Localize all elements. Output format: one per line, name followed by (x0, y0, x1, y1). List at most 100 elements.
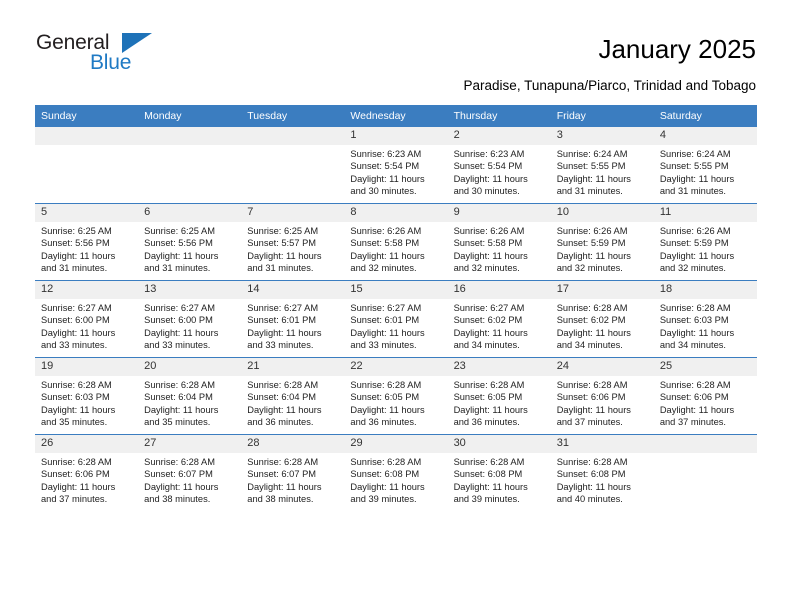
calendar-day-cell[interactable]: 9 Sunrise: 6:26 AM Sunset: 5:58 PM Daylight… (447, 203, 551, 281)
day-number: 23 (447, 358, 551, 376)
calendar-day-cell[interactable]: 12 Sunrise: 6:27 AM Sunset: 6:00 PM Dayligh… (35, 280, 139, 358)
daylight-duration-line2: and 37 minutes. (41, 494, 108, 505)
calendar-day-cell[interactable]: 30 Sunrise: 6:28 AM Sunset: 6:08 PM Dayligh… (447, 434, 551, 511)
calendar-day-cell[interactable]: 16 Sunrise: 6:27 AM Sunset: 6:02 PM Dayligh… (447, 280, 551, 358)
day-number: 20 (138, 358, 242, 376)
daylight-duration-line1: Daylight: 11 hours (350, 173, 425, 184)
calendar-day-cell[interactable]: 27 Sunrise: 6:28 AM Sunset: 6:07 PM Dayligh… (138, 434, 242, 511)
daylight-duration-line1: Daylight: 11 hours (659, 404, 735, 415)
sunset-time: Sunset: 6:00 PM (41, 315, 110, 326)
calendar-day-cell[interactable]: 25 Sunrise: 6:28 AM Sunset: 6:06 PM Dayligh… (653, 357, 757, 435)
day-number: 5 (35, 204, 139, 222)
calendar-day-cell[interactable]: 26 Sunrise: 6:28 AM Sunset: 6:06 PM Dayligh… (35, 434, 139, 511)
day-number: 3 (550, 127, 654, 145)
calendar-day-cell[interactable]: 3 Sunrise: 6:24 AM Sunset: 5:55 PM Daylight… (550, 127, 654, 204)
sunset-time: Sunset: 6:05 PM (350, 392, 420, 403)
day-details: Sunrise: 6:28 AM Sunset: 6:05 PM Daylight:… (344, 376, 447, 429)
day-details: Sunrise: 6:23 AM Sunset: 5:54 PM Daylight:… (344, 145, 447, 198)
brand-logo[interactable]: General Blue (36, 32, 236, 80)
calendar-day-cell[interactable]: 7 Sunrise: 6:25 AM Sunset: 5:57 PM Daylight… (241, 203, 345, 281)
sunrise-time: Sunrise: 6:25 AM (144, 226, 215, 236)
day-details: Sunrise: 6:26 AM Sunset: 5:59 PM Daylight:… (654, 222, 757, 275)
daylight-duration-line2: and 31 minutes. (144, 263, 211, 274)
calendar-day-cell[interactable]: 13 Sunrise: 6:27 AM Sunset: 6:00 PM Dayligh… (138, 280, 242, 358)
day-number (241, 127, 345, 145)
calendar-day-cell[interactable]: 17 Sunrise: 6:28 AM Sunset: 6:02 PM Dayligh… (550, 280, 654, 358)
calendar-day-cell-empty (653, 434, 757, 511)
sunrise-time: Sunrise: 6:27 AM (247, 303, 319, 313)
day-number (138, 127, 242, 145)
calendar-day-cell[interactable]: 15 Sunrise: 6:27 AM Sunset: 6:01 PM Dayligh… (344, 280, 448, 358)
calendar-day-cell[interactable]: 4 Sunrise: 6:24 AM Sunset: 5:55 PM Daylight… (653, 127, 757, 204)
calendar-day-cell[interactable]: 14 Sunrise: 6:27 AM Sunset: 6:01 PM Dayligh… (241, 280, 345, 358)
daylight-duration-line2: and 32 minutes. (556, 263, 623, 274)
day-number: 1 (344, 127, 448, 145)
daylight-duration-line2: and 36 minutes. (453, 417, 520, 428)
calendar-day-cell[interactable]: 2 Sunrise: 6:23 AM Sunset: 5:54 PM Daylight… (447, 127, 551, 204)
daylight-duration-line2: and 32 minutes. (659, 263, 726, 274)
day-details: Sunrise: 6:28 AM Sunset: 6:04 PM Daylight:… (138, 376, 241, 429)
sunrise-time: Sunrise: 6:27 AM (144, 303, 215, 313)
calendar-day-cell[interactable]: 20 Sunrise: 6:28 AM Sunset: 6:04 PM Dayligh… (138, 357, 242, 435)
day-number: 31 (550, 435, 654, 453)
day-number: 4 (653, 127, 757, 145)
day-number: 8 (344, 204, 448, 222)
sunset-time: Sunset: 6:08 PM (453, 469, 523, 480)
day-details: Sunrise: 6:24 AM Sunset: 5:55 PM Daylight:… (551, 145, 654, 198)
calendar-week-row: 1 Sunrise: 6:23 AM Sunset: 5:54 PM Daylight… (35, 127, 757, 204)
calendar-day-cell[interactable]: 23 Sunrise: 6:28 AM Sunset: 6:05 PM Dayligh… (447, 357, 551, 435)
calendar-day-cell[interactable]: 5 Sunrise: 6:25 AM Sunset: 5:56 PM Daylight… (35, 203, 139, 281)
calendar-day-cell[interactable]: 24 Sunrise: 6:28 AM Sunset: 6:06 PM Dayligh… (550, 357, 654, 435)
daylight-duration-line2: and 35 minutes. (41, 417, 108, 428)
daylight-duration-line2: and 40 minutes. (556, 494, 623, 505)
daylight-duration-line1: Daylight: 11 hours (556, 404, 631, 415)
calendar-day-cell[interactable]: 6 Sunrise: 6:25 AM Sunset: 5:56 PM Daylight… (138, 203, 242, 281)
daylight-duration-line2: and 31 minutes. (659, 186, 726, 197)
weekday-header-saturday: Saturday (653, 105, 757, 127)
daylight-duration-line2: and 39 minutes. (453, 494, 520, 505)
calendar-day-cell[interactable]: 22 Sunrise: 6:28 AM Sunset: 6:05 PM Dayligh… (344, 357, 448, 435)
calendar-day-cell[interactable]: 11 Sunrise: 6:26 AM Sunset: 5:59 PM Dayligh… (653, 203, 757, 281)
day-number: 13 (138, 281, 242, 299)
calendar-day-cell[interactable]: 8 Sunrise: 6:26 AM Sunset: 5:58 PM Daylight… (344, 203, 448, 281)
calendar-week-row: 12 Sunrise: 6:27 AM Sunset: 6:00 PM Dayligh… (35, 280, 757, 358)
page-header: General Blue January 2025 Paradise, Tuna… (0, 0, 792, 100)
day-details: Sunrise: 6:26 AM Sunset: 5:58 PM Daylight:… (448, 222, 551, 275)
day-number: 18 (653, 281, 757, 299)
sunrise-time: Sunrise: 6:25 AM (247, 226, 319, 236)
calendar-day-cell[interactable]: 18 Sunrise: 6:28 AM Sunset: 6:03 PM Dayligh… (653, 280, 757, 358)
calendar-page: General Blue January 2025 Paradise, Tuna… (0, 0, 792, 612)
daylight-duration-line1: Daylight: 11 hours (350, 481, 425, 492)
sunrise-time: Sunrise: 6:23 AM (350, 149, 422, 159)
day-number (35, 127, 139, 145)
sunset-time: Sunset: 6:06 PM (556, 392, 626, 403)
daylight-duration-line1: Daylight: 11 hours (453, 404, 528, 415)
day-number: 9 (447, 204, 551, 222)
daylight-duration-line2: and 30 minutes. (350, 186, 417, 197)
day-number: 11 (653, 204, 757, 222)
calendar-day-cell[interactable]: 28 Sunrise: 6:28 AM Sunset: 6:07 PM Dayligh… (241, 434, 345, 511)
daylight-duration-line1: Daylight: 11 hours (453, 327, 528, 338)
calendar-day-cell[interactable]: 10 Sunrise: 6:26 AM Sunset: 5:59 PM Dayligh… (550, 203, 654, 281)
calendar-day-cell[interactable]: 1 Sunrise: 6:23 AM Sunset: 5:54 PM Daylight… (344, 127, 448, 204)
day-number: 19 (35, 358, 139, 376)
calendar-day-cell[interactable]: 29 Sunrise: 6:28 AM Sunset: 6:08 PM Dayligh… (344, 434, 448, 511)
weekday-header-thursday: Thursday (447, 105, 551, 127)
calendar-day-cell-empty (241, 127, 345, 204)
sunset-time: Sunset: 5:55 PM (659, 161, 729, 172)
day-details: Sunrise: 6:28 AM Sunset: 6:02 PM Daylight:… (551, 299, 654, 352)
daylight-duration-line1: Daylight: 11 hours (41, 481, 116, 492)
daylight-duration-line1: Daylight: 11 hours (659, 327, 735, 338)
sunrise-time: Sunrise: 6:26 AM (556, 226, 628, 236)
sunrise-time: Sunrise: 6:26 AM (350, 226, 422, 236)
day-number: 21 (241, 358, 345, 376)
calendar-day-cell[interactable]: 19 Sunrise: 6:28 AM Sunset: 6:03 PM Dayligh… (35, 357, 139, 435)
sunrise-time: Sunrise: 6:28 AM (556, 457, 628, 467)
calendar-day-cell[interactable]: 31 Sunrise: 6:28 AM Sunset: 6:08 PM Dayligh… (550, 434, 654, 511)
day-number: 27 (138, 435, 242, 453)
daylight-duration-line1: Daylight: 11 hours (144, 327, 219, 338)
daylight-duration-line1: Daylight: 11 hours (144, 481, 219, 492)
calendar-day-cell[interactable]: 21 Sunrise: 6:28 AM Sunset: 6:04 PM Dayligh… (241, 357, 345, 435)
sunset-time: Sunset: 5:59 PM (659, 238, 729, 249)
sunset-time: Sunset: 6:06 PM (41, 469, 110, 480)
